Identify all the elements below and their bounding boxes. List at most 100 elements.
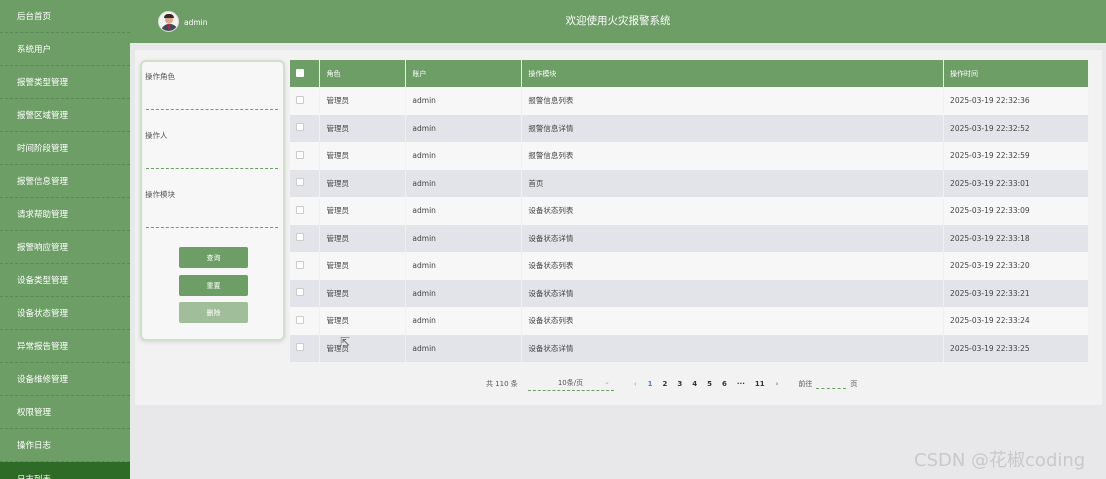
module-filter-label: 操作模块	[145, 190, 175, 199]
header-role: 角色	[319, 60, 407, 87]
cell-time: 2025-03-19 22:33:25	[943, 334, 1089, 362]
sidebar-item[interactable]: 后台首页	[0, 0, 130, 33]
cell-account: admin	[405, 307, 523, 335]
pagination: 共 110 条 10条/页 ⌄ ‹ 1 2 3 4 5 6 ··· 11 › 前往 页	[486, 377, 857, 391]
row-checkbox[interactable]	[296, 288, 304, 297]
prev-page-icon[interactable]: ‹	[634, 380, 637, 388]
page-number[interactable]: ···	[737, 380, 745, 388]
role-filter-label: 操作角色	[145, 72, 175, 81]
row-checkbox[interactable]	[296, 233, 304, 242]
page-number[interactable]: 2	[663, 380, 668, 388]
sidebar-item[interactable]: 请求帮助管理	[0, 198, 130, 231]
page-number[interactable]: 11	[755, 380, 765, 388]
total-count: 共 110 条	[486, 380, 518, 388]
sidebar-item[interactable]: 时间阶段管理	[0, 132, 130, 165]
row-select-cell	[290, 307, 321, 335]
cell-account: admin	[405, 114, 523, 142]
row-checkbox[interactable]	[296, 95, 304, 104]
page-number[interactable]: 4	[692, 380, 697, 388]
module-filter-input[interactable]	[146, 214, 278, 228]
log-table: 角色 账户 操作模块 操作时间 管理员 admin 报警信息列表 2025-03-19…	[290, 60, 1089, 362]
row-checkbox[interactable]	[296, 205, 304, 214]
table-header-row: 角色 账户 操作模块 操作时间	[290, 60, 1089, 87]
reset-button[interactable]: 重置	[179, 275, 248, 296]
cell-time: 2025-03-19 22:33:01	[943, 169, 1089, 197]
sidebar-item[interactable]: 设备状态管理	[0, 297, 130, 330]
cell-account: admin	[405, 334, 523, 362]
page-number[interactable]: 6	[722, 380, 727, 388]
delete-button[interactable]: 删除	[179, 302, 248, 323]
header-time: 操作时间	[943, 60, 1089, 87]
next-page-icon[interactable]: ›	[776, 380, 779, 388]
table-row[interactable]: 管理员 admin 设备状态详情 2025-03-19 22:33:21	[290, 279, 1089, 307]
row-checkbox[interactable]	[296, 178, 304, 187]
row-checkbox[interactable]	[296, 260, 304, 269]
sidebar-item[interactable]: 日志列表	[0, 462, 130, 479]
cell-account: admin	[405, 252, 523, 280]
page-number[interactable]: 1	[648, 380, 653, 388]
row-select-cell	[290, 114, 321, 142]
cell-account: admin	[405, 224, 523, 252]
sidebar: 后台首页 系统用户 报警类型管理 报警区域管理 时间阶段管理 报警信息管理 请求帮助管理 报警…	[0, 0, 130, 479]
cell-module: 设备状态列表	[521, 252, 945, 280]
chevron-down-icon: ⌄	[603, 377, 610, 386]
cell-time: 2025-03-19 22:32:36	[943, 87, 1089, 115]
page-size-select[interactable]: 10条/页 ⌄	[527, 377, 614, 391]
cell-role: 管理员	[319, 87, 407, 115]
table-row[interactable]: 管理员 admin 首页 2025-03-19 22:33:01	[290, 169, 1089, 197]
sidebar-item[interactable]: 报警区域管理	[0, 99, 130, 132]
page-number[interactable]: 5	[707, 380, 712, 388]
select-all-checkbox[interactable]	[296, 68, 304, 77]
cell-account: admin	[405, 197, 523, 225]
operator-filter-label: 操作人	[145, 131, 168, 140]
cell-time: 2025-03-19 22:33:18	[943, 224, 1089, 252]
cell-account: admin	[405, 279, 523, 307]
row-checkbox[interactable]	[296, 123, 304, 132]
cell-module: 报警信息列表	[521, 142, 945, 170]
row-select-cell	[290, 224, 321, 252]
cell-role: 管理员	[319, 197, 407, 225]
cell-time: 2025-03-19 22:33:24	[943, 307, 1089, 335]
table-row[interactable]: 管理员 admin 设备状态列表 2025-03-19 22:33:24	[290, 307, 1089, 335]
filter-panel: 操作角色 操作人 操作模块 查询 重置 删除	[140, 60, 285, 341]
sidebar-item[interactable]: 报警类型管理	[0, 66, 130, 99]
table-row[interactable]: 管理员 admin 设备状态列表 2025-03-19 22:33:20	[290, 252, 1089, 280]
cell-module: 设备状态详情	[521, 279, 945, 307]
table-row[interactable]: 管理员 admin 报警信息列表 2025-03-19 22:32:59	[290, 142, 1089, 170]
cell-role: 管理员	[319, 279, 407, 307]
sidebar-item[interactable]: 权限管理	[0, 396, 130, 429]
table-row[interactable]: 管理员 admin 报警信息列表 2025-03-19 22:32:36	[290, 87, 1089, 115]
sidebar-item[interactable]: 操作日志	[0, 429, 130, 462]
cell-role: 管理员	[319, 169, 407, 197]
row-select-cell	[290, 142, 321, 170]
query-button[interactable]: 查询	[179, 247, 248, 268]
system-title: 欢迎使用火灾报警系统	[565, 15, 671, 27]
sidebar-item[interactable]: 设备类型管理	[0, 264, 130, 297]
sidebar-item[interactable]: 异常报告管理	[0, 330, 130, 363]
table-row[interactable]: 管理员 admin 设备状态详情 2025-03-19 22:33:18	[290, 224, 1089, 252]
sidebar-item[interactable]: 报警响应管理	[0, 231, 130, 264]
role-filter-input[interactable]	[146, 96, 278, 110]
cell-module: 设备状态列表	[521, 307, 945, 335]
row-checkbox[interactable]	[296, 315, 304, 324]
row-select-cell	[290, 334, 321, 362]
sidebar-item[interactable]: 设备维修管理	[0, 363, 130, 396]
sidebar-item[interactable]: 系统用户	[0, 33, 130, 66]
table-row[interactable]: 管理员 admin 设备状态列表 2025-03-19 22:33:09	[290, 197, 1089, 225]
cell-time: 2025-03-19 22:33:20	[943, 252, 1089, 280]
goto-page-input[interactable]	[816, 379, 847, 389]
cell-account: admin	[405, 169, 523, 197]
cell-role: 管理员	[319, 307, 407, 335]
cell-module: 首页	[521, 169, 945, 197]
row-checkbox[interactable]	[296, 150, 304, 159]
table-row[interactable]: 管理员 admin 设备状态详情 2025-03-19 22:33:25	[290, 334, 1089, 362]
table-row[interactable]: 管理员 admin 报警信息详情 2025-03-19 22:32:52	[290, 114, 1089, 142]
sidebar-item[interactable]: 报警信息管理	[0, 165, 130, 198]
cell-account: admin	[405, 87, 523, 115]
row-checkbox[interactable]	[296, 343, 304, 352]
page-number[interactable]: 3	[677, 380, 682, 388]
cell-module: 设备状态详情	[521, 224, 945, 252]
operator-filter-input[interactable]	[146, 155, 278, 169]
cell-role: 管理员	[319, 142, 407, 170]
page-list: 1 2 3 4 5 6 ··· 11	[643, 380, 770, 388]
